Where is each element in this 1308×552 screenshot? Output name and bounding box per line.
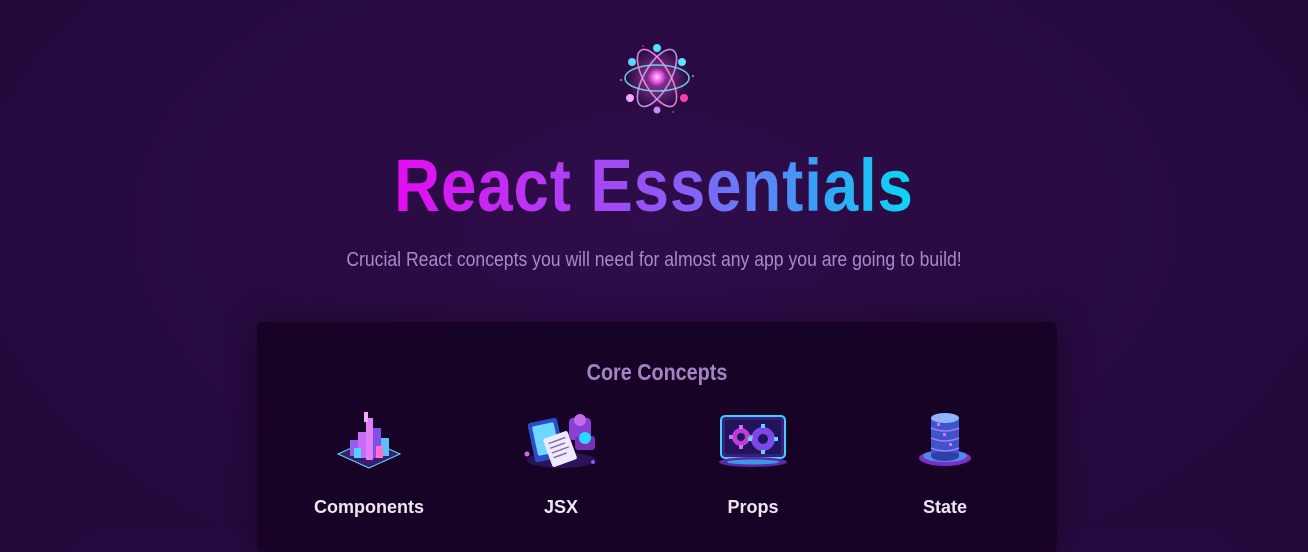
core-concepts-section: Core Concepts Components JSX Props State <box>257 322 1057 552</box>
props-icon <box>657 410 849 482</box>
jsx-icon <box>465 410 657 482</box>
core-concepts-heading: Core Concepts <box>586 359 728 385</box>
concept-item-jsx[interactable]: JSX <box>465 410 657 530</box>
page-header: React Essentials Crucial React concepts … <box>0 0 1308 300</box>
react-atom-icon <box>613 40 701 116</box>
concept-item-state[interactable]: State <box>849 410 1041 530</box>
concept-label: State <box>922 497 967 517</box>
components-icon <box>273 410 465 482</box>
state-icon <box>849 410 1041 482</box>
concept-item-components[interactable]: Components <box>273 410 465 530</box>
concept-item-props[interactable]: Props <box>657 410 849 530</box>
concept-label: Components <box>314 497 424 517</box>
concept-label: Props <box>727 497 779 517</box>
concept-label: JSX <box>543 497 579 517</box>
page-title: React Essentials <box>394 144 914 227</box>
page-subtitle: Crucial React concepts you will need for… <box>346 249 962 271</box>
